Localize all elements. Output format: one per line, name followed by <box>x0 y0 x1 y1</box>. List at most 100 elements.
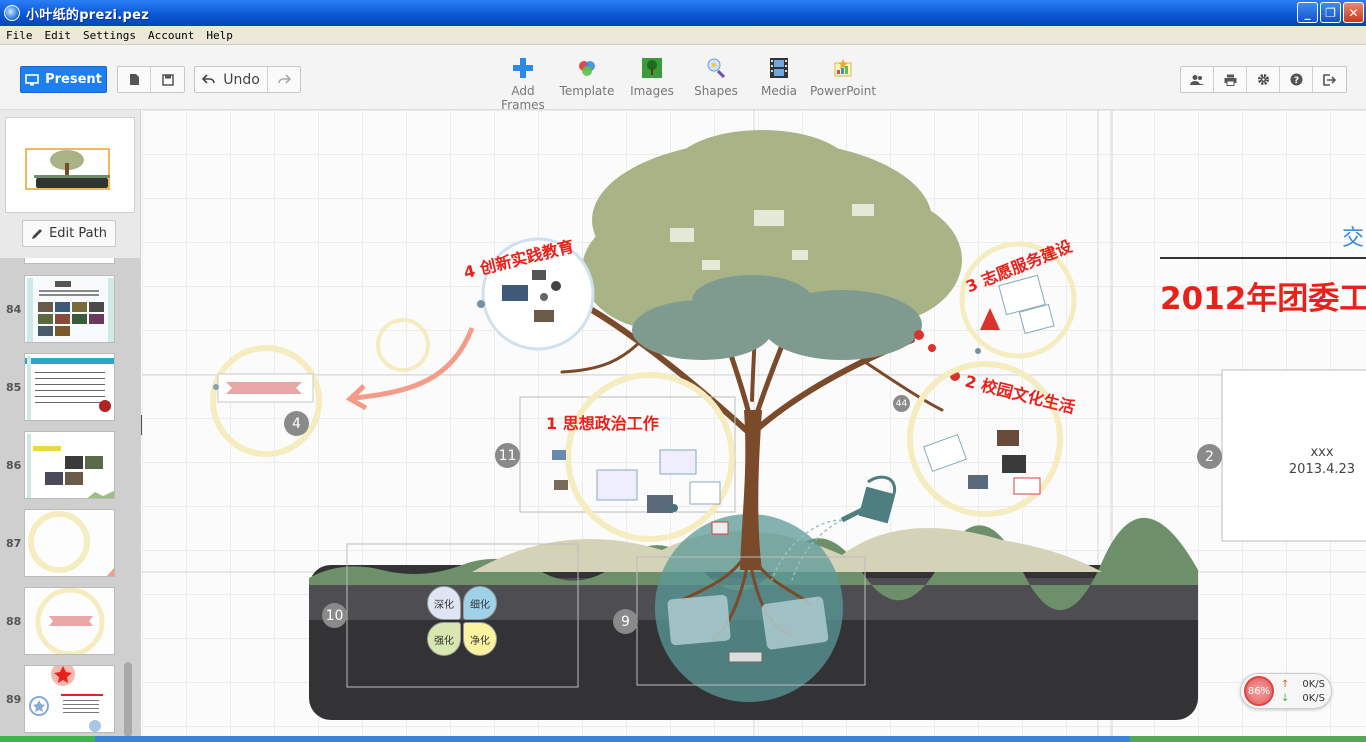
slide-number: 86 <box>6 459 22 472</box>
restore-button[interactable]: ❐ <box>1320 2 1341 23</box>
slide-thumbnail <box>24 353 115 421</box>
media-label: Media <box>760 84 798 98</box>
save-button[interactable] <box>151 67 184 92</box>
present-label: Present <box>45 72 102 87</box>
edit-path-button[interactable]: Edit Path <box>22 220 116 247</box>
right-tools-group: ? <box>1180 66 1347 93</box>
upload-value: 0K/S <box>1302 679 1325 690</box>
present-button[interactable]: Present <box>20 66 107 93</box>
right-small-title[interactable]: 交 <box>1342 220 1364 252</box>
frame-badge-10[interactable]: 10 <box>322 603 347 628</box>
canvas-artwork <box>142 110 1366 742</box>
template-icon <box>579 61 595 76</box>
prezi-canvas[interactable]: 深化 细化 强化 净化 4 11 10 9 2 44 4 创新实践教育 1 思想… <box>142 110 1366 742</box>
petal-qianghua[interactable]: 强化 <box>427 622 461 656</box>
slide-number: 89 <box>6 693 22 706</box>
media-button[interactable]: Media <box>744 55 814 98</box>
right-frame-text[interactable]: xxx 2013.4.23 <box>1222 444 1366 478</box>
menu-help[interactable]: Help <box>200 29 239 42</box>
shapes-label: Shapes <box>694 84 738 98</box>
settings-button[interactable] <box>1247 67 1280 92</box>
shapes-button[interactable]: Shapes <box>681 55 751 98</box>
overview-thumbnail[interactable] <box>5 117 135 213</box>
add-frames-button[interactable]: Add Frames <box>488 55 558 112</box>
help-icon: ? <box>1290 73 1302 86</box>
slide-item-89[interactable]: 89 <box>0 665 120 733</box>
settings-gear-icon <box>1257 74 1269 85</box>
print-button[interactable] <box>1214 67 1247 92</box>
template-button[interactable]: Template <box>552 55 622 98</box>
slide-item-85[interactable]: 85 <box>0 353 120 421</box>
menu-file[interactable]: File <box>0 29 39 42</box>
slide-thumbnail <box>24 275 115 343</box>
slide-item-84[interactable]: 84 <box>0 275 120 343</box>
new-file-icon <box>129 74 139 85</box>
right-big-title[interactable]: 2012年团委工作 <box>1160 273 1366 318</box>
frame-badge-9[interactable]: 9 <box>613 609 638 634</box>
exit-button[interactable] <box>1313 67 1346 92</box>
slide-list: 84 85 86 87 88 89 <box>0 258 141 742</box>
share-button[interactable] <box>1181 67 1214 92</box>
window-titlebar: 小叶纸的prezi.pez _ ❐ ✕ <box>0 0 1366 26</box>
right-frame-date: 2013.4.23 <box>1288 462 1356 477</box>
download-value: 0K/S <box>1302 693 1325 704</box>
minimize-button[interactable]: _ <box>1297 2 1318 23</box>
template-label: Template <box>559 84 615 98</box>
add-frames-icon <box>513 58 533 78</box>
slide-item-88[interactable]: 88 <box>0 587 120 655</box>
menu-settings[interactable]: Settings <box>77 29 142 42</box>
add-frames-label: Add Frames <box>501 84 545 112</box>
menu-bar: File Edit Settings Account Help <box>0 26 1366 45</box>
undo-icon <box>202 74 216 84</box>
frame-badge-4[interactable]: 4 <box>284 411 309 436</box>
menu-edit[interactable]: Edit <box>39 29 78 42</box>
undo-redo-group: Undo <box>194 66 301 93</box>
petal-xihua[interactable]: 细化 <box>463 586 497 620</box>
slide-item-87[interactable]: 87 <box>0 509 120 577</box>
slide-number: 87 <box>6 537 22 550</box>
close-button[interactable]: ✕ <box>1343 2 1364 23</box>
window-title: 小叶纸的prezi.pez <box>26 7 150 23</box>
powerpoint-button[interactable]: PowerPoint <box>808 55 878 98</box>
images-icon <box>642 58 662 78</box>
sidebar: Edit Path 84 85 86 87 88 89 <box>0 110 141 742</box>
redo-icon <box>277 74 291 84</box>
frame-badge-44[interactable]: 44 <box>893 395 910 412</box>
right-frame-xxx: xxx <box>1310 445 1334 460</box>
help-button[interactable]: ? <box>1280 67 1313 92</box>
slide-thumbnail <box>24 509 115 577</box>
share-icon <box>1190 74 1204 85</box>
download-speed: ↓ 0K/S <box>1281 693 1329 704</box>
undo-button[interactable]: Undo <box>195 67 268 92</box>
svg-text:?: ? <box>1293 76 1298 86</box>
taskbar-strip <box>0 736 1366 742</box>
label-political-work[interactable]: 1 思想政治工作 <box>546 410 659 434</box>
slide-number: 84 <box>6 303 22 316</box>
pencil-icon <box>32 229 43 239</box>
shapes-icon <box>707 58 726 79</box>
upload-speed: ↑ 0K/S <box>1281 679 1329 690</box>
images-button[interactable]: Images <box>617 55 687 98</box>
redo-button[interactable] <box>268 67 300 92</box>
frame-badge-11[interactable]: 11 <box>495 443 520 468</box>
petal-shenhua[interactable]: 深化 <box>427 586 461 620</box>
slide-list-scrollbar[interactable] <box>124 662 132 737</box>
network-speed-widget[interactable]: 86% ↑ 0K/S ↓ 0K/S <box>1240 673 1332 709</box>
app-icon <box>4 5 20 21</box>
save-icon <box>161 73 174 86</box>
upload-arrow-icon: ↑ <box>1281 679 1290 690</box>
petal-jinghua[interactable]: 净化 <box>463 622 497 656</box>
toolbar: Present Undo Add Frames Template Images … <box>0 45 1366 112</box>
new-file-button[interactable] <box>118 67 151 92</box>
powerpoint-label: PowerPoint <box>809 84 877 98</box>
download-arrow-icon: ↓ <box>1281 693 1290 704</box>
print-icon <box>1224 74 1236 86</box>
slide-thumbnail <box>24 665 115 733</box>
window-controls: _ ❐ ✕ <box>1297 2 1364 23</box>
frame-badge-2[interactable]: 2 <box>1197 444 1222 469</box>
slide-item-86[interactable]: 86 <box>0 431 120 499</box>
slide-item[interactable] <box>0 258 120 264</box>
undo-label: Undo <box>223 71 260 88</box>
slide-number: 85 <box>6 381 22 394</box>
menu-account[interactable]: Account <box>142 29 200 42</box>
